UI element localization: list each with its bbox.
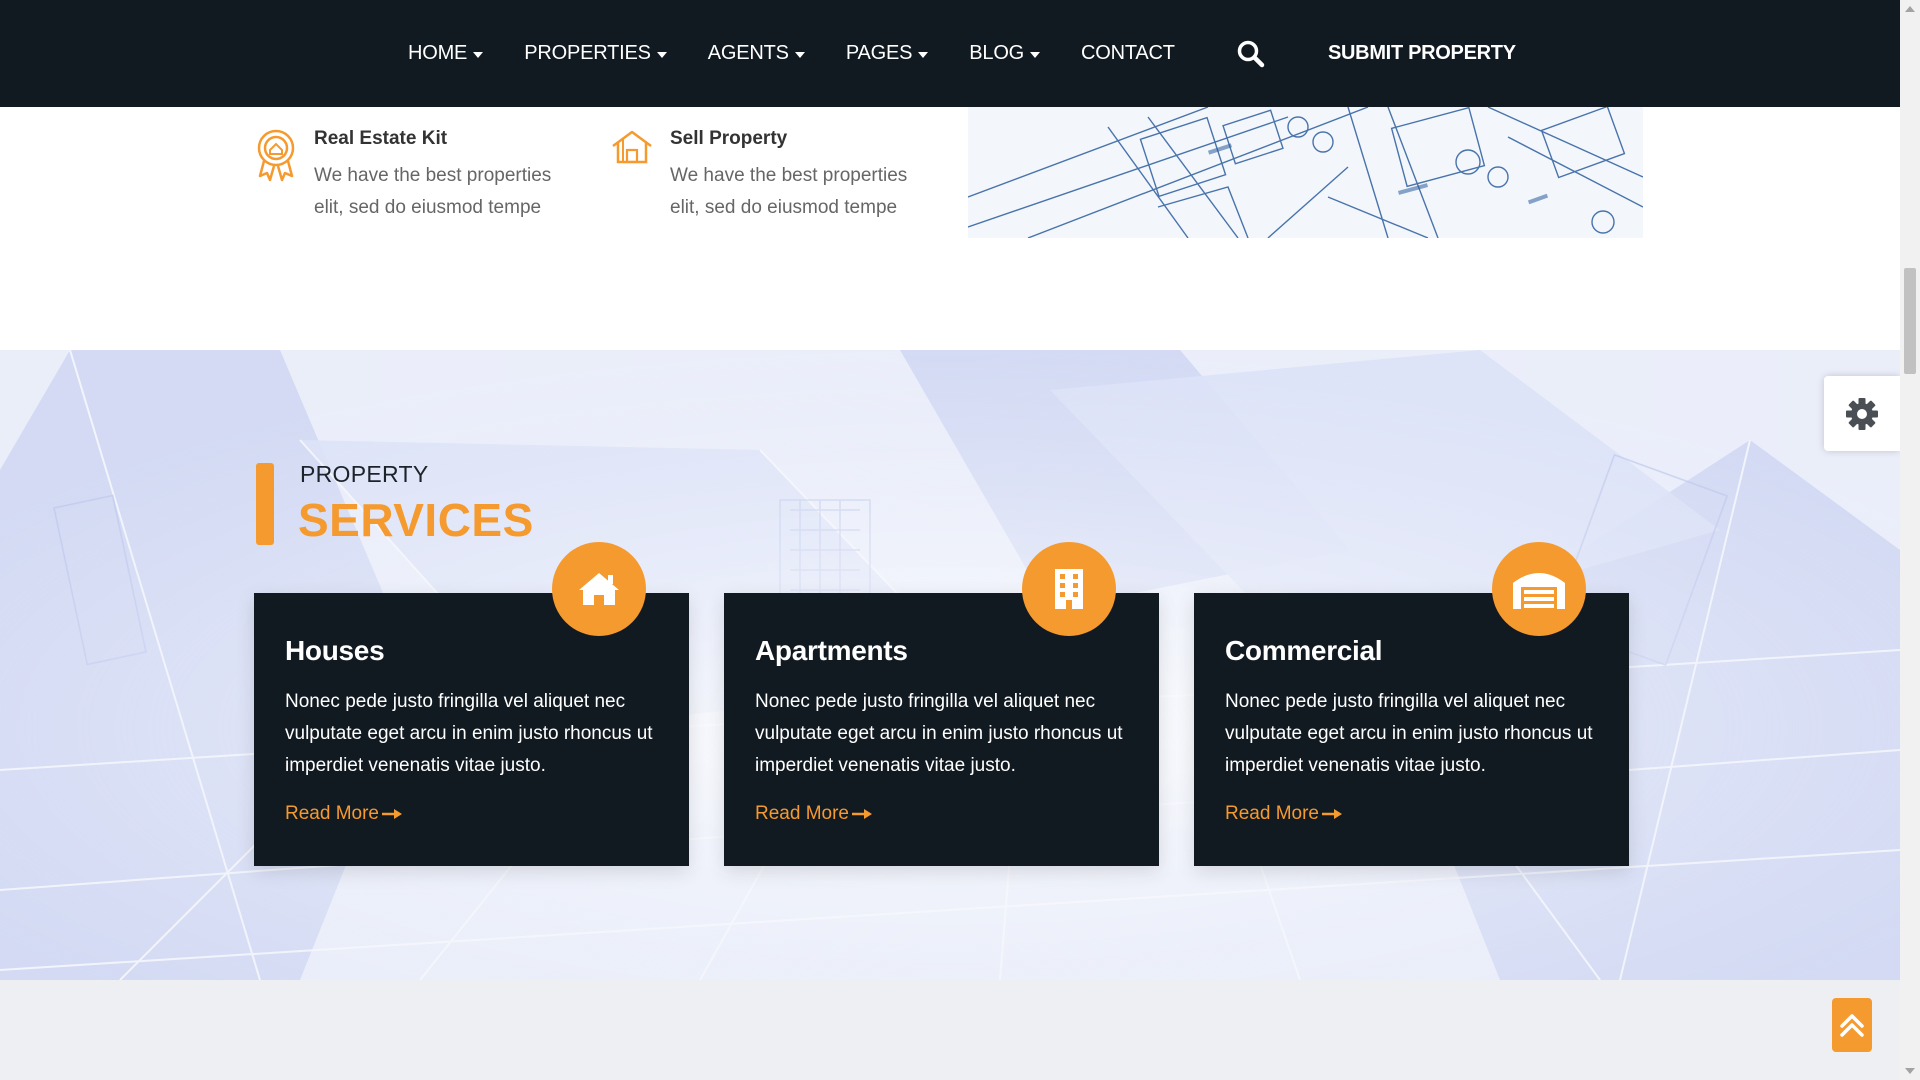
scrollbar-thumb[interactable] — [1904, 268, 1916, 374]
caret-down-icon — [794, 51, 805, 58]
nav-label: PROPERTIES — [524, 42, 651, 64]
feature-title: Sell Property — [670, 128, 788, 149]
service-card-commercial: Commercial Nonec pede justo fringilla ve… — [1194, 542, 1629, 866]
card-text: Nonec pede justo fringilla vel aliquet n… — [285, 691, 653, 776]
nav-label: BLOG — [969, 42, 1025, 64]
submit-property-button[interactable]: SUBMIT PROPERTY — [1328, 0, 1516, 107]
card-text: Nonec pede justo fringilla vel aliquet n… — [755, 691, 1123, 776]
award-ribbon-icon — [254, 128, 298, 184]
nav-label: CONTACT — [1081, 42, 1175, 64]
read-more-label: Read More — [1225, 803, 1319, 824]
card-title: Houses — [285, 635, 385, 666]
arrow-right-icon — [382, 809, 402, 819]
blueprint-image — [968, 107, 1643, 238]
section-accent-bar — [256, 463, 274, 545]
arrow-right-icon — [852, 809, 872, 819]
feature-text: We have the best properties elit, sed do… — [314, 165, 552, 218]
nav-label: AGENTS — [707, 42, 789, 64]
read-more-label: Read More — [755, 803, 849, 824]
warehouse-icon — [1492, 542, 1586, 636]
section-subtitle: PROPERTY — [300, 461, 429, 487]
main-menu: HOME PROPERTIES AGENTS PAGES BLOG CONTAC… — [408, 0, 1216, 107]
page-scrollbar[interactable] — [1900, 0, 1920, 1080]
feature-body: Real Estate Kit We have the best propert… — [314, 128, 554, 224]
search-icon[interactable] — [1236, 39, 1266, 69]
nav-item-agents[interactable]: AGENTS — [708, 42, 805, 65]
next-section-band — [0, 980, 1900, 1080]
caret-down-icon — [473, 51, 484, 58]
section-title: SERVICES — [298, 494, 534, 546]
nav-item-pages[interactable]: PAGES — [845, 42, 929, 65]
feature-text: We have the best properties elit, sed do… — [670, 165, 908, 218]
double-chevron-up-icon — [1840, 1014, 1864, 1037]
nav-item-properties[interactable]: PROPERTIES — [524, 42, 667, 65]
nav-item-blog[interactable]: BLOG — [969, 42, 1041, 65]
nav-label: PAGES — [845, 42, 913, 64]
house-icon — [552, 542, 646, 636]
caret-down-icon — [1030, 51, 1041, 58]
feature-body: Sell Property We have the best propertie… — [670, 128, 910, 224]
caret-down-icon — [918, 51, 929, 58]
card-title: Commercial — [1225, 635, 1383, 666]
page: HOME PROPERTIES AGENTS PAGES BLOG CONTAC… — [0, 0, 1900, 1080]
service-card-apartments: Apartments Nonec pede justo fringilla ve… — [724, 542, 1159, 866]
building-icon — [1022, 542, 1116, 636]
feature-real-estate-kit: Real Estate Kit We have the best propert… — [254, 128, 554, 224]
card-title: Apartments — [755, 635, 908, 666]
card-text: Nonec pede justo fringilla vel aliquet n… — [1225, 691, 1593, 776]
scroll-down-arrow-icon[interactable] — [1905, 1068, 1915, 1074]
read-more-link[interactable]: Read More — [285, 803, 402, 825]
caret-down-icon — [656, 51, 667, 58]
nav-item-home[interactable]: HOME — [408, 42, 484, 65]
feature-title: Real Estate Kit — [314, 128, 448, 149]
arrow-right-icon — [1322, 809, 1342, 819]
read-more-label: Read More — [285, 803, 379, 824]
top-navbar: HOME PROPERTIES AGENTS PAGES BLOG CONTAC… — [0, 0, 1900, 107]
service-card-houses: Houses Nonec pede justo fringilla vel al… — [254, 542, 689, 866]
read-more-link[interactable]: Read More — [1225, 803, 1342, 825]
gear-icon[interactable] — [1824, 376, 1900, 451]
back-to-top-button[interactable] — [1832, 998, 1872, 1052]
feature-sell-property: Sell Property We have the best propertie… — [610, 128, 910, 224]
read-more-link[interactable]: Read More — [755, 803, 872, 825]
nav-label: HOME — [408, 42, 468, 64]
scroll-up-arrow-icon[interactable] — [1905, 6, 1915, 12]
nav-item-contact[interactable]: CONTACT — [1081, 42, 1175, 65]
house-outline-icon — [610, 128, 654, 184]
